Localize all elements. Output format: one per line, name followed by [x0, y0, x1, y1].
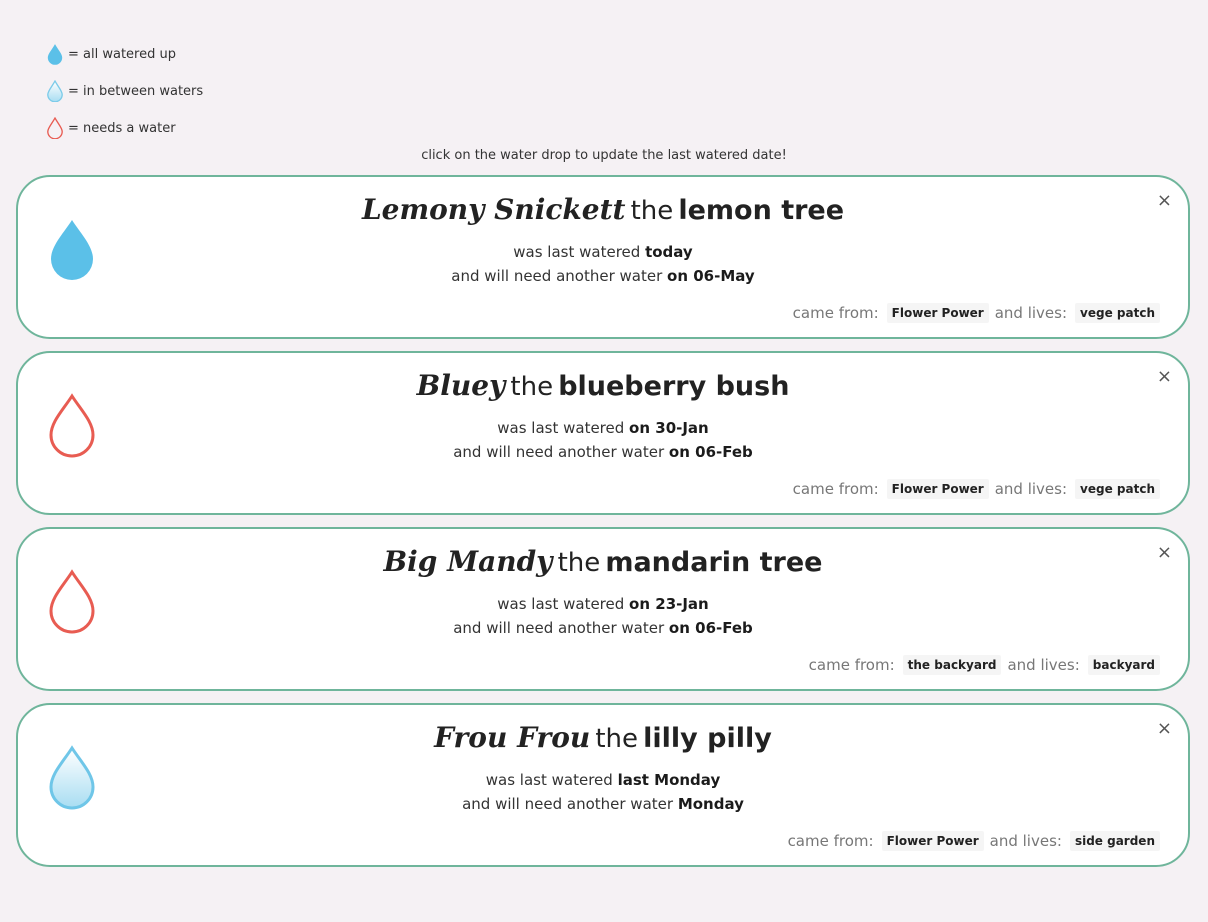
next-water-value: on 06-Feb — [668, 443, 753, 461]
last-watered-value: today — [645, 243, 693, 261]
came-from-tag: Flower Power — [881, 831, 984, 851]
plant-nickname: Big Mandy — [383, 545, 553, 578]
came-from-tag: the backyard — [902, 655, 1002, 675]
plant-title: Bluey the blueberry bush — [18, 369, 1188, 402]
lives-label: and lives: — [994, 480, 1068, 498]
plant-card: × Bluey the blueberry bush was last wate… — [16, 351, 1190, 515]
last-watered-line: was last watered today — [18, 243, 1188, 261]
last-watered-line: was last watered last Monday — [18, 771, 1188, 789]
plant-species: blueberry bush — [558, 371, 790, 402]
next-water-prefix: and will need another water — [451, 267, 668, 285]
came-from-label: came from: — [808, 656, 895, 674]
drop-full-icon — [47, 44, 63, 65]
lives-label: and lives: — [989, 832, 1062, 850]
plant-species: mandarin tree — [605, 547, 823, 578]
last-watered-prefix: was last watered — [497, 595, 630, 613]
came-from-tag: Flower Power — [886, 479, 989, 499]
last-watered-value: last Monday — [617, 771, 721, 789]
last-watered-value: on 23-Jan — [629, 595, 709, 613]
drop-empty-icon — [47, 117, 63, 139]
title-the: the — [557, 548, 601, 578]
came-from-label: came from: — [792, 304, 879, 322]
plant-meta: came from: Flower Power and lives: vege … — [793, 479, 1160, 499]
last-watered-line: was last watered on 30-Jan — [18, 419, 1188, 437]
lives-tag: vege patch — [1075, 303, 1160, 323]
legend-label: = all watered up — [68, 46, 176, 62]
plant-nickname: Frou Frou — [434, 721, 591, 754]
plant-species: lilly pilly — [643, 723, 772, 754]
plant-card: × Big Mandy the mandarin tree was last w… — [16, 527, 1190, 691]
drop-half-icon — [47, 80, 63, 102]
next-water-line: and will need another water on 06-May — [18, 267, 1188, 285]
legend-row: = all watered up — [46, 42, 203, 66]
plant-nickname: Bluey — [416, 369, 506, 402]
legend-label: = needs a water — [68, 120, 176, 136]
next-water-value: on 06-Feb — [668, 619, 753, 637]
next-water-value: on 06-May — [667, 267, 755, 285]
lives-tag: vege patch — [1075, 479, 1160, 499]
next-water-prefix: and will need another water — [453, 619, 669, 637]
legend: = all watered up = in between waters = n… — [46, 42, 203, 153]
next-water-prefix: and will need another water — [453, 443, 669, 461]
last-watered-line: was last watered on 23-Jan — [18, 595, 1188, 613]
lives-label: and lives: — [1007, 656, 1080, 674]
legend-label: = in between waters — [68, 83, 204, 99]
plant-card: × Frou Frou the lilly pilly was last wat… — [16, 703, 1190, 867]
instruction-text: click on the water drop to update the la… — [421, 148, 787, 163]
plant-meta: came from: Flower Power and lives: vege … — [793, 303, 1160, 323]
title-the: the — [510, 372, 554, 402]
next-water-prefix: and will need another water — [462, 795, 678, 813]
plant-meta: came from: the backyard and lives: backy… — [809, 655, 1160, 675]
plant-card: × Lemony Snickett the lemon tree was las… — [16, 175, 1190, 339]
title-the: the — [630, 196, 674, 226]
came-from-label: came from: — [787, 832, 874, 850]
plant-species: lemon tree — [678, 195, 845, 226]
legend-row: = needs a water — [46, 116, 203, 140]
plant-nickname: Lemony Snickett — [361, 193, 626, 226]
last-watered-prefix: was last watered — [485, 771, 618, 789]
title-the: the — [595, 724, 639, 754]
plant-title: Big Mandy the mandarin tree — [18, 545, 1188, 578]
plant-title: Lemony Snickett the lemon tree — [18, 193, 1188, 226]
plant-meta: came from: Flower Power and lives: side … — [788, 831, 1160, 851]
next-water-value: Monday — [677, 795, 744, 813]
next-water-line: and will need another water Monday — [18, 795, 1188, 813]
last-watered-value: on 30-Jan — [629, 419, 709, 437]
next-water-line: and will need another water on 06-Feb — [18, 443, 1188, 461]
next-water-line: and will need another water on 06-Feb — [18, 619, 1188, 637]
legend-row: = in between waters — [46, 79, 203, 103]
lives-label: and lives: — [994, 304, 1068, 322]
last-watered-prefix: was last watered — [497, 419, 630, 437]
last-watered-prefix: was last watered — [513, 243, 646, 261]
lives-tag: backyard — [1087, 655, 1160, 675]
plant-title: Frou Frou the lilly pilly — [18, 721, 1188, 754]
lives-tag: side garden — [1069, 831, 1160, 851]
came-from-label: came from: — [792, 480, 879, 498]
came-from-tag: Flower Power — [886, 303, 989, 323]
